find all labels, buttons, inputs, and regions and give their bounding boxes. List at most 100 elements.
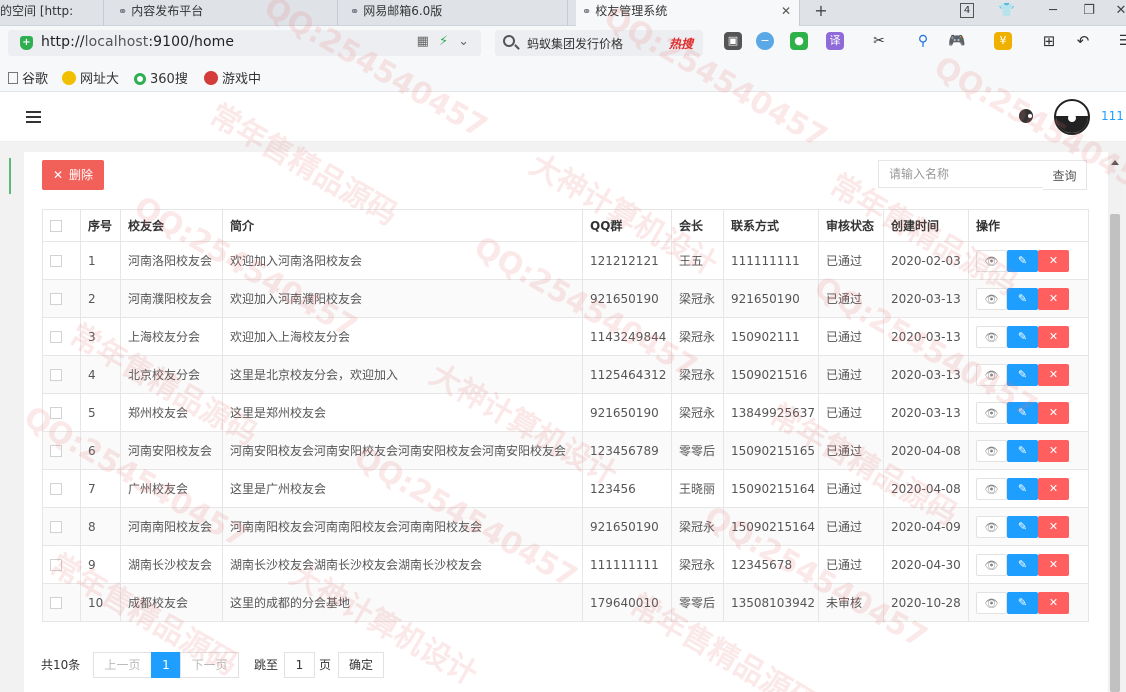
prev-page-button[interactable]: 上一页 [93, 652, 152, 678]
view-button[interactable]: 👁 [976, 515, 1007, 538]
view-button[interactable]: 👁 [976, 287, 1007, 310]
select-all-checkbox[interactable] [50, 220, 62, 232]
delete-button[interactable]: ✕ [1038, 515, 1069, 538]
new-tab-button[interactable]: + [812, 0, 830, 24]
row-checkbox[interactable] [50, 559, 62, 571]
table-row[interactable]: 9 湖南长沙校友会 湖南长沙校友会湖南长沙校友会湖南长沙校友会 111111111 梁冠… [42, 545, 1089, 584]
row-checkbox[interactable] [50, 369, 62, 381]
table-row[interactable]: 7 广州校友会 这里是广州校友会 123456 王晓丽 15090215164 已通过 202… [42, 469, 1089, 508]
view-button[interactable]: 👁 [976, 363, 1007, 386]
page-number-input[interactable]: 1 [284, 652, 315, 678]
edit-button[interactable]: ✎ [1007, 287, 1038, 310]
restore-icon[interactable]: ❐ [1078, 0, 1100, 24]
grid-icon[interactable]: ▦ [417, 34, 429, 49]
hamburger-menu-icon[interactable] [26, 111, 41, 123]
delete-button[interactable]: ✕ [1038, 553, 1069, 576]
avatar[interactable] [1054, 99, 1090, 135]
theme-palette-icon[interactable] [1019, 109, 1033, 123]
batch-delete-button[interactable]: ✕ 删除 [42, 160, 104, 190]
chevron-down-icon[interactable]: ⌄ [458, 34, 469, 49]
coin-icon[interactable]: ¥ [994, 32, 1012, 50]
delete-button[interactable]: ✕ [1038, 477, 1069, 500]
browser-tab-3[interactable]: ⚭ 网易邮箱6.0版 [344, 0, 568, 26]
bookmark-360-search[interactable]: 360搜 [134, 68, 188, 87]
search-suggestion[interactable]: 蚂蚁集团发行价格 [527, 35, 623, 52]
close-window-icon[interactable]: ✕ [1110, 0, 1126, 24]
row-checkbox[interactable] [50, 255, 62, 267]
row-checkbox[interactable] [50, 407, 62, 419]
view-button[interactable]: 👁 [976, 477, 1007, 500]
view-button[interactable]: 👁 [976, 401, 1007, 424]
scissors-icon[interactable]: ✂ [870, 32, 888, 50]
search-button[interactable]: 查询 [1043, 160, 1087, 190]
username[interactable]: 111 [1101, 109, 1124, 123]
menu-icon[interactable]: ☰ [1116, 32, 1126, 50]
table-row[interactable]: 8 河南南阳校友会 河南南阳校友会河南南阳校友会河南南阳校友会 921650190 梁冠… [42, 507, 1089, 546]
edit-button[interactable]: ✎ [1007, 325, 1038, 348]
view-button[interactable]: 👁 [976, 249, 1007, 272]
row-checkbox[interactable] [50, 293, 62, 305]
row-checkbox[interactable] [50, 331, 62, 343]
row-checkbox[interactable] [50, 597, 62, 609]
edit-button[interactable]: ✎ [1007, 401, 1038, 424]
table-row[interactable]: 6 河南安阳校友会 河南安阳校友会河南安阳校友会河南安阳校友会河南安阳校友会 1234… [42, 431, 1089, 470]
bookmark-google[interactable]: 谷歌 [8, 68, 48, 87]
tab-count-badge[interactable]: 4 [960, 3, 974, 18]
delete-button[interactable]: ✕ [1038, 591, 1069, 614]
page-scrollbar[interactable] [1108, 152, 1122, 692]
close-tab-icon[interactable]: ✕ [781, 0, 791, 22]
next-page-button[interactable]: 下一页 [180, 652, 239, 678]
game-controller-icon[interactable]: ▣ [724, 32, 742, 50]
edit-button[interactable]: ✎ [1007, 591, 1038, 614]
delete-button[interactable]: ✕ [1038, 439, 1069, 462]
row-checkbox[interactable] [50, 445, 62, 457]
apps-icon[interactable]: ⊞ [1040, 32, 1058, 50]
browser-search-field[interactable]: 蚂蚁集团发行价格 热搜 [495, 30, 703, 56]
bookmark-url-nav[interactable]: 网址大 [62, 68, 119, 87]
row-checkbox[interactable] [50, 521, 62, 533]
view-button[interactable]: 👁 [976, 439, 1007, 462]
page-button-current[interactable]: 1 [151, 652, 181, 678]
row-checkbox[interactable] [50, 483, 62, 495]
hot-search-label[interactable]: 热搜 [669, 35, 693, 52]
edit-button[interactable]: ✎ [1007, 439, 1038, 462]
browser-tab-1[interactable]: 的空间 [http: [0, 0, 104, 26]
delete-button[interactable]: ✕ [1038, 325, 1069, 348]
view-button[interactable]: 👁 [976, 553, 1007, 576]
table-row[interactable]: 10 成都校友会 这里的成都的分会基地 179640010 零零后 13508103942… [42, 583, 1089, 622]
url-field[interactable]: + http://localhost:9100/home ▦ ⚡ ⌄ [8, 30, 481, 56]
confirm-page-button[interactable]: 确定 [338, 652, 384, 678]
delete-button[interactable]: ✕ [1038, 287, 1069, 310]
edit-button[interactable]: ✎ [1007, 477, 1038, 500]
translate-icon[interactable]: 译 [826, 32, 844, 50]
edit-button[interactable]: ✎ [1007, 553, 1038, 576]
scrollbar-thumb[interactable] [1110, 214, 1120, 692]
gamepad-icon[interactable]: 🎮 [948, 32, 966, 50]
table-row[interactable]: 5 郑州校友会 这里是郑州校友会 921650190 梁冠永 13849925637 已通过… [42, 393, 1089, 432]
minimize-icon[interactable]: ─ [1042, 0, 1064, 24]
table-row[interactable]: 2 河南濮阳校友会 欢迎加入河南濮阳校友会 921650190 梁冠永 921650190… [42, 279, 1089, 318]
browser-tab-2[interactable]: ⚭ 内容发布平台 [112, 0, 338, 26]
delete-button[interactable]: ✕ [1038, 249, 1069, 272]
chat-icon[interactable]: ● [790, 32, 808, 50]
table-row[interactable]: 1 河南洛阳校友会 欢迎加入河南洛阳校友会 121212121 王五 111111111 已… [42, 241, 1089, 280]
magnifier-icon[interactable]: ⚲ [914, 32, 932, 50]
url-text[interactable]: http://localhost:9100/home [41, 34, 234, 50]
name-search-input[interactable]: 请输入名称 [878, 160, 1044, 188]
delete-button[interactable]: ✕ [1038, 363, 1069, 386]
table-row[interactable]: 4 北京校友分会 这里是北京校友分会，欢迎加入 1125464312 梁冠永 150902… [42, 355, 1089, 394]
undo-icon[interactable]: ↶ [1074, 32, 1092, 50]
shirt-icon[interactable]: 👕 [996, 0, 1018, 24]
table-row[interactable]: 3 上海校友分会 欢迎加入上海校友分会 1143249844 梁冠永 150902111 已… [42, 317, 1089, 356]
edit-button[interactable]: ✎ [1007, 249, 1038, 272]
view-button[interactable]: 👁 [976, 591, 1007, 614]
bookmark-games[interactable]: 游戏中 [204, 68, 261, 87]
minus-circle-icon[interactable]: − [756, 32, 774, 50]
lightning-icon[interactable]: ⚡ [439, 34, 448, 49]
delete-button[interactable]: ✕ [1038, 401, 1069, 424]
scroll-up-icon[interactable] [1111, 160, 1119, 165]
view-button[interactable]: 👁 [976, 325, 1007, 348]
edit-button[interactable]: ✎ [1007, 515, 1038, 538]
browser-tab-4[interactable]: ⚭ 校友管理系统 ✕ [576, 0, 800, 26]
edit-button[interactable]: ✎ [1007, 363, 1038, 386]
